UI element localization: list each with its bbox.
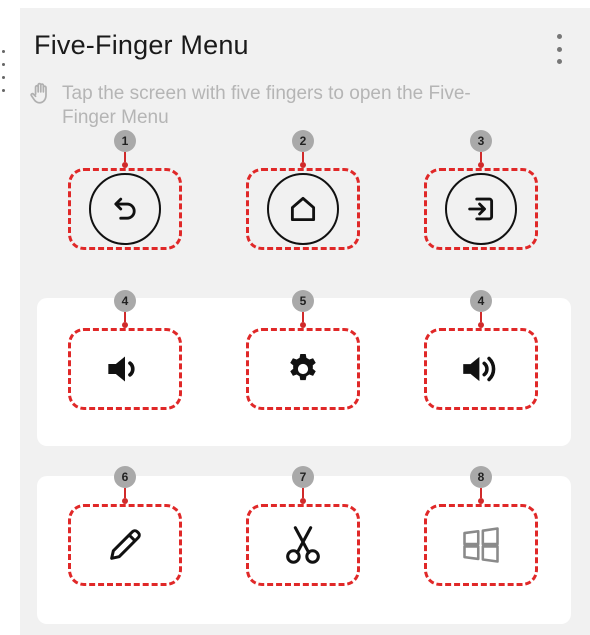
pen-button[interactable] [68,504,182,586]
settings-icon [290,354,316,381]
edge-marker [0,40,8,102]
volume-up-icon [463,356,496,382]
callout-badge-5: 5 [292,290,314,312]
input-source-icon [445,173,517,245]
callout-badge-4: 4 [114,290,136,312]
callout-badge-1: 1 [114,130,136,152]
scissors-icon [286,526,320,564]
callout-line-7 [302,488,304,498]
more-vert-icon[interactable] [552,34,566,64]
callout-badge-3: 3 [470,130,492,152]
back-button[interactable] [68,168,182,250]
hint-text: Tap the screen with five fingers to open… [62,83,471,128]
volume-up-button[interactable] [424,328,538,410]
callout-line-4 [124,312,126,322]
callout-line-3 [480,152,482,162]
back-icon [89,173,161,245]
windows-icon [463,527,499,563]
callout-line-5 [302,312,304,322]
callout-badge-8: 8 [470,466,492,488]
scissors-button[interactable] [246,504,360,586]
page-title: Five-Finger Menu [34,30,249,60]
input-source-button[interactable] [424,168,538,250]
volume-down-button[interactable] [68,328,182,410]
callout-line-8 [480,488,482,498]
callout-line-2 [302,152,304,162]
callout-line-4b [480,312,482,322]
callout-line-1 [124,152,126,162]
home-button[interactable] [246,168,360,250]
volume-down-icon [108,356,135,382]
callout-badge-4b: 4 [470,290,492,312]
callout-badge-6: 6 [114,466,136,488]
hand-icon [30,82,47,104]
callout-badge-2: 2 [292,130,314,152]
home-icon [267,173,339,245]
pen-icon [110,529,141,560]
settings-button[interactable] [246,328,360,410]
callout-line-6 [124,488,126,498]
windows-button[interactable] [424,504,538,586]
callout-badge-7: 7 [292,466,314,488]
